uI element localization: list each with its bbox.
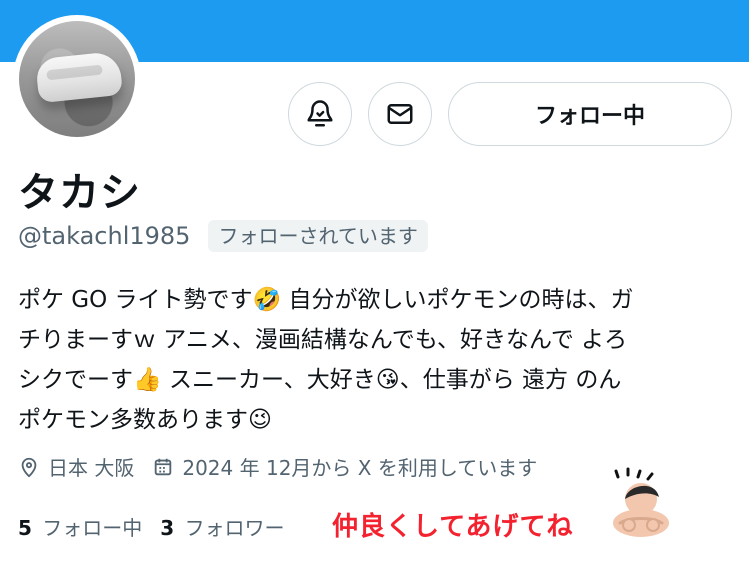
notify-button[interactable] <box>288 82 352 146</box>
avatar-sneaker-image <box>34 50 124 104</box>
bell-check-icon <box>307 100 333 127</box>
bowing-person-icon: 🙇🏻 <box>604 467 678 541</box>
overlay-caption: 仲良くしてあげてね <box>332 512 574 542</box>
follows-you-badge: フォローされています <box>208 220 428 252</box>
following-count: 5 <box>18 516 32 540</box>
mail-icon <box>387 104 413 124</box>
location-text: 日本 大阪 <box>48 456 135 480</box>
profile-page: フォロー中 タカシ @takachl1985 フォローされています ポケ GO … <box>0 0 749 566</box>
follow-stats: 5 フォロー中 3 フォロワー <box>18 512 285 541</box>
location-pin-icon <box>21 457 37 477</box>
message-button[interactable] <box>368 82 432 146</box>
joined-item: 2024 年 12月から X を利用しています <box>152 452 537 481</box>
following-stat[interactable]: 5 フォロー中 <box>18 512 142 541</box>
followers-stat[interactable]: 3 フォロワー <box>160 512 284 541</box>
calendar-icon <box>155 458 172 475</box>
joined-text: 2024 年 12月から X を利用しています <box>182 456 538 480</box>
following-label: フォロー中 <box>42 516 143 540</box>
profile-avatar[interactable] <box>13 15 141 143</box>
profile-meta: 日本 大阪 2024 年 12月から X を利用しています <box>18 452 537 481</box>
handle-row: @takachl1985 フォローされています <box>18 220 428 252</box>
following-button[interactable]: フォロー中 <box>448 82 732 146</box>
followers-count: 3 <box>160 516 175 540</box>
handle-text[interactable]: @takachl1985 <box>18 222 190 250</box>
display-name: タカシ <box>18 170 141 216</box>
location-item: 日本 大阪 <box>18 452 134 481</box>
avatar-photo <box>19 21 135 137</box>
bio-text: ポケ GO ライト勢です🤣 自分が欲しいポケモンの時は、ガ チりまーすｗ アニメ… <box>18 287 634 433</box>
followers-label: フォロワー <box>184 516 285 540</box>
